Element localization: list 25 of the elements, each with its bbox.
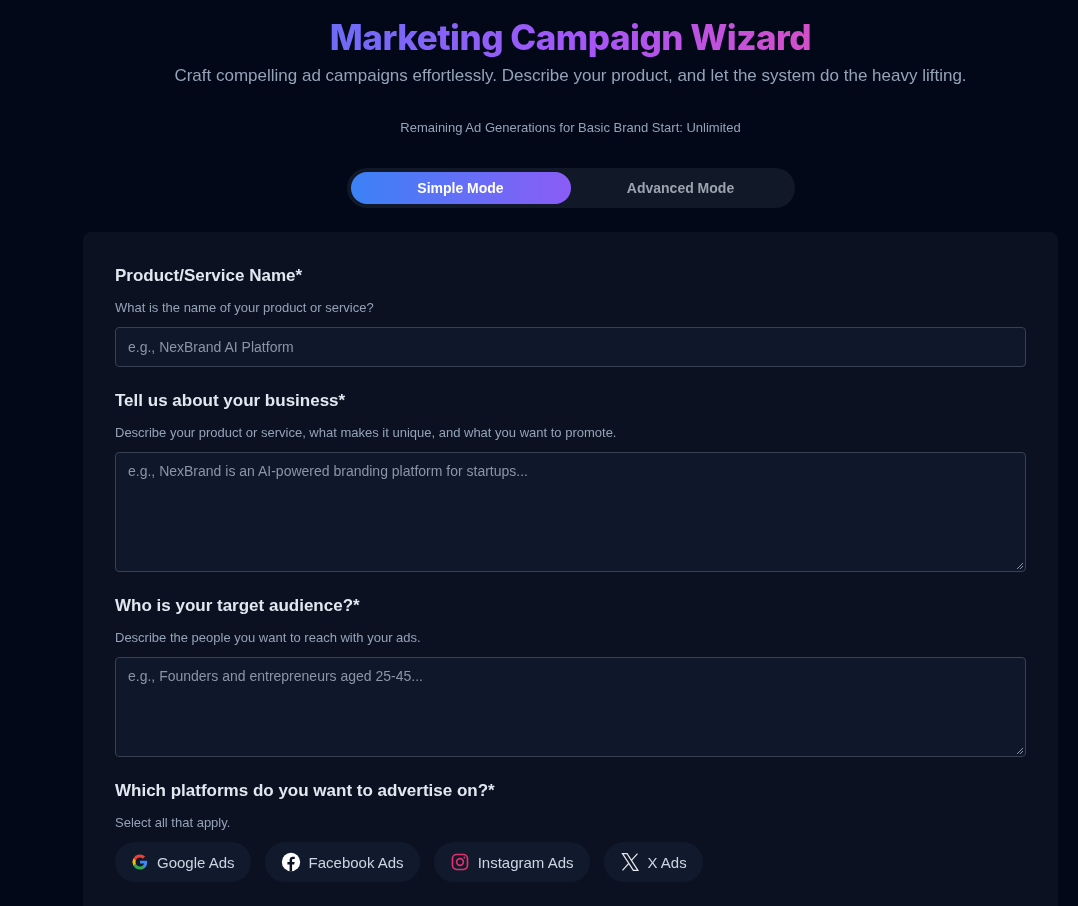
field-label: Tell us about your business* bbox=[115, 391, 347, 411]
field-help: Describe the people you want to reach with your ads. bbox=[115, 630, 422, 645]
page-subtitle: Craft compelling ad campaigns effortlessly. Describe your product, and let the system do the heavy lifting. bbox=[174, 66, 967, 86]
platform-chip[interactable]: Instagram Ads bbox=[433, 842, 590, 882]
facebook-icon bbox=[280, 852, 301, 872]
text-area[interactable]: e.g., NexBrand is an AI-powered branding platform for startups... bbox=[115, 452, 1026, 572]
mode-tab[interactable]: Simple Mode bbox=[350, 172, 571, 204]
mode-tab[interactable]: Advanced Mode bbox=[570, 172, 791, 204]
field-label: Which platforms do you want to advertise on?* bbox=[115, 781, 496, 801]
instagram-icon bbox=[449, 852, 470, 872]
platform-chip[interactable]: X Ads bbox=[603, 842, 703, 882]
quota-text: Remaining Ad Generations for Basic Brand Start: Unlimited bbox=[400, 120, 741, 135]
input-field[interactable]: e.g., NexBrand AI Platform bbox=[115, 327, 1026, 367]
resize-grip-icon[interactable] bbox=[1016, 747, 1024, 755]
field-label: Product/Service Name* bbox=[115, 266, 304, 286]
text-area[interactable]: e.g., Founders and entrepreneurs aged 25-45... bbox=[115, 657, 1026, 757]
field-help: What is the name of your product or service? bbox=[115, 300, 375, 315]
platform-chip[interactable]: Facebook Ads bbox=[264, 842, 420, 882]
google-icon bbox=[131, 853, 149, 871]
x-logo-icon bbox=[619, 852, 640, 872]
field-help: Describe your product or service, what makes it unique, and what you want to promote. bbox=[115, 425, 618, 440]
platform-chip[interactable]: Google Ads bbox=[115, 842, 251, 882]
field-label: Who is your target audience?* bbox=[115, 596, 361, 616]
field-help: Select all that apply. bbox=[115, 815, 232, 830]
resize-grip-icon[interactable] bbox=[1016, 562, 1024, 570]
